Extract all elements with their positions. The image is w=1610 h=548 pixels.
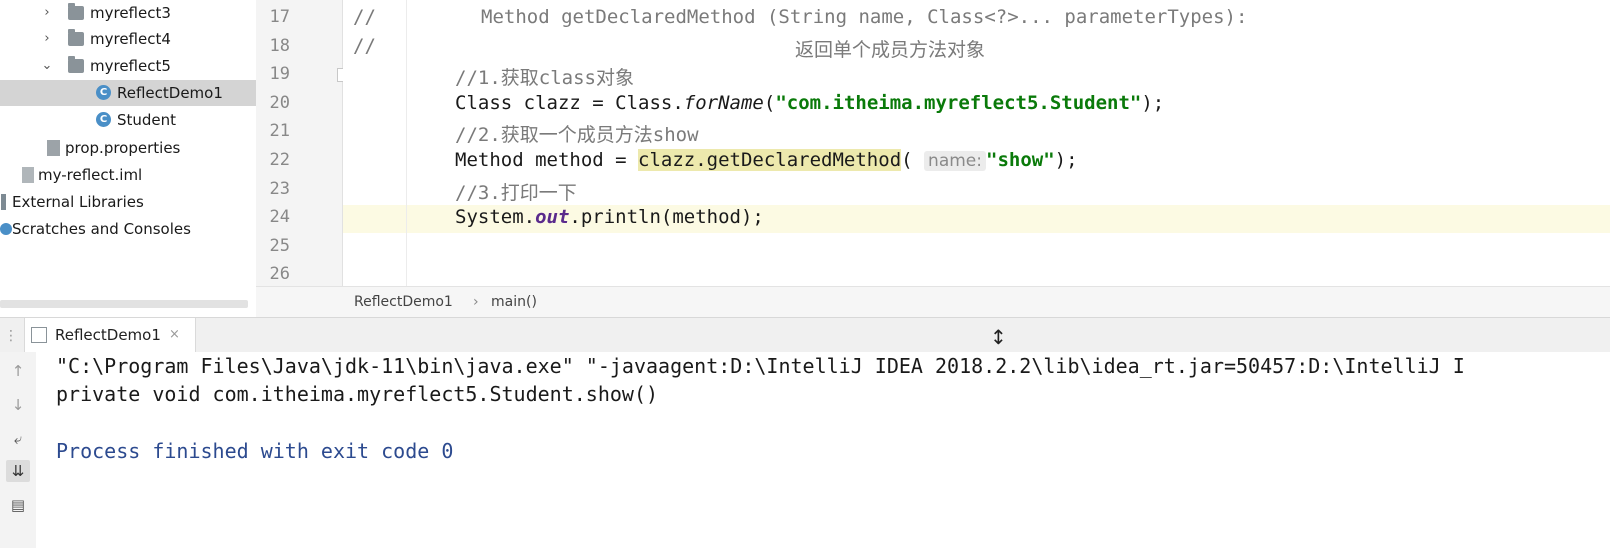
indent-guide	[406, 0, 407, 286]
tree-item-label: ReflectDemo1	[117, 84, 223, 102]
tree-item-label: my-reflect.iml	[38, 166, 143, 184]
folder-icon	[68, 3, 84, 20]
line-number: 22	[269, 150, 290, 170]
console-toolbar: ↑ ↓ ⤶ ⇊ ▤	[0, 352, 36, 548]
tree-item-external-libraries[interactable]: External Libraries	[0, 189, 256, 215]
java-class-icon: C	[96, 112, 111, 127]
code-line-23: //3.打印一下	[455, 182, 577, 204]
library-icon	[1, 194, 6, 210]
tree-item-myreflect3[interactable]: › myreflect3	[0, 0, 256, 26]
print-icon[interactable]: ▤	[6, 494, 30, 516]
code-token: );	[1054, 149, 1078, 171]
code-token-string: "com.itheima.myreflect5.Student"	[775, 92, 1142, 114]
breadcrumb-item-method[interactable]: main()	[491, 287, 537, 317]
chevron-right-icon[interactable]: ›	[40, 0, 54, 26]
tree-item-label: External Libraries	[12, 193, 144, 211]
scroll-to-end-icon[interactable]: ⇊	[6, 460, 30, 482]
run-tab-bar: ⋮ ReflectDemo1 ×	[0, 317, 1610, 353]
line-number: 21	[269, 121, 290, 141]
code-token-method: forName	[683, 92, 764, 114]
panel-options-icon[interactable]: ⋮	[4, 328, 18, 344]
chevron-right-icon[interactable]: ›	[40, 26, 54, 52]
line-number: 24	[269, 207, 290, 227]
breadcrumb-separator: ›	[473, 294, 479, 310]
scratches-icon	[0, 223, 12, 235]
run-config-icon	[31, 327, 47, 343]
tree-item-label: myreflect4	[90, 30, 171, 48]
tree-item-label: myreflect5	[90, 57, 171, 75]
line-number: 19	[269, 64, 290, 84]
properties-file-icon	[47, 140, 60, 156]
tree-item-label: myreflect3	[90, 4, 171, 22]
console-output[interactable]: "C:\Program Files\Java\jdk-11\bin\java.e…	[36, 352, 1610, 548]
soft-wrap-icon[interactable]: ⤶	[6, 428, 30, 450]
line-number: 17	[269, 7, 290, 27]
chevron-down-icon[interactable]: ⌄	[40, 53, 54, 79]
run-tab-reflectdemo1[interactable]: ReflectDemo1 ×	[24, 318, 196, 352]
line-number: 26	[269, 264, 290, 284]
line-number: 18	[269, 36, 290, 56]
run-tab-label: ReflectDemo1	[55, 326, 161, 344]
tree-item-my-reflect-iml[interactable]: my-reflect.iml	[0, 162, 256, 188]
console-line-exit: Process finished with exit code 0	[56, 439, 454, 463]
code-editor[interactable]: // Method getDeclaredMethod (String name…	[343, 0, 1610, 286]
code-line-17-prefix: //	[353, 6, 376, 28]
java-class-icon: C	[96, 85, 111, 100]
horizontal-scrollbar[interactable]	[0, 300, 248, 308]
arrow-down-icon[interactable]: ↓	[6, 394, 30, 416]
code-line-22: Method method = clazz.getDeclaredMethod(…	[455, 149, 1078, 171]
code-token-string: "show"	[986, 149, 1055, 171]
code-token: Class clazz = Class.	[455, 92, 684, 114]
folder-icon	[68, 56, 84, 73]
breadcrumb-item-file[interactable]: ReflectDemo1	[354, 287, 453, 317]
tree-item-label: prop.properties	[65, 139, 181, 157]
code-token-field: out	[535, 206, 570, 228]
code-line-21: //2.获取一个成员方法show	[455, 124, 699, 146]
tree-item-student[interactable]: C Student	[0, 107, 256, 133]
resize-cursor-icon: ↕	[990, 325, 1007, 349]
tree-item-scratches[interactable]: Scratches and Consoles	[0, 216, 256, 242]
line-number: 20	[269, 93, 290, 113]
code-line-19: //1.获取class对象	[455, 67, 634, 89]
tree-item-reflectdemo1[interactable]: C ReflectDemo1	[0, 80, 256, 106]
code-token: (	[901, 149, 913, 171]
code-token: );	[1141, 92, 1165, 114]
code-line-18-prefix: //	[353, 35, 376, 57]
console-line-output: private void com.itheima.myreflect5.Stud…	[56, 382, 659, 406]
tree-item-myreflect5[interactable]: ⌄ myreflect5	[0, 53, 256, 79]
breadcrumb: ReflectDemo1 › main()	[256, 286, 1610, 317]
code-token: Method method =	[455, 149, 639, 171]
tree-item-label: Student	[117, 111, 177, 129]
code-line-18: 返回单个成员方法对象	[795, 39, 986, 61]
code-line-24: System.out.println(method);	[455, 206, 764, 228]
project-tree[interactable]: › myreflect3 › myreflect4 ⌄ myreflect5 C…	[0, 0, 257, 318]
code-token: .println(method);	[569, 206, 764, 228]
code-token-highlighted: clazz.getDeclaredMethod	[638, 149, 902, 171]
console-line-command: "C:\Program Files\Java\jdk-11\bin\java.e…	[56, 354, 1465, 378]
line-number: 23	[269, 179, 290, 199]
code-token: System.	[455, 206, 536, 228]
code-token: (	[763, 92, 776, 114]
tree-item-prop-properties[interactable]: prop.properties	[0, 135, 256, 161]
arrow-up-icon[interactable]: ↑	[6, 360, 30, 382]
module-file-icon	[22, 167, 34, 183]
tree-item-myreflect4[interactable]: › myreflect4	[0, 26, 256, 52]
tree-item-label: Scratches and Consoles	[12, 220, 191, 238]
parameter-hint: name:	[924, 151, 986, 171]
close-icon[interactable]: ×	[169, 318, 180, 352]
folder-icon	[68, 29, 84, 46]
code-line-20: Class clazz = Class.forName("com.itheima…	[455, 92, 1164, 114]
line-number: 25	[269, 236, 290, 256]
editor-gutter: 17 18 19 20 21 22 23 24 25 26	[256, 0, 343, 286]
code-line-17: Method getDeclaredMethod (String name, C…	[481, 6, 1248, 28]
